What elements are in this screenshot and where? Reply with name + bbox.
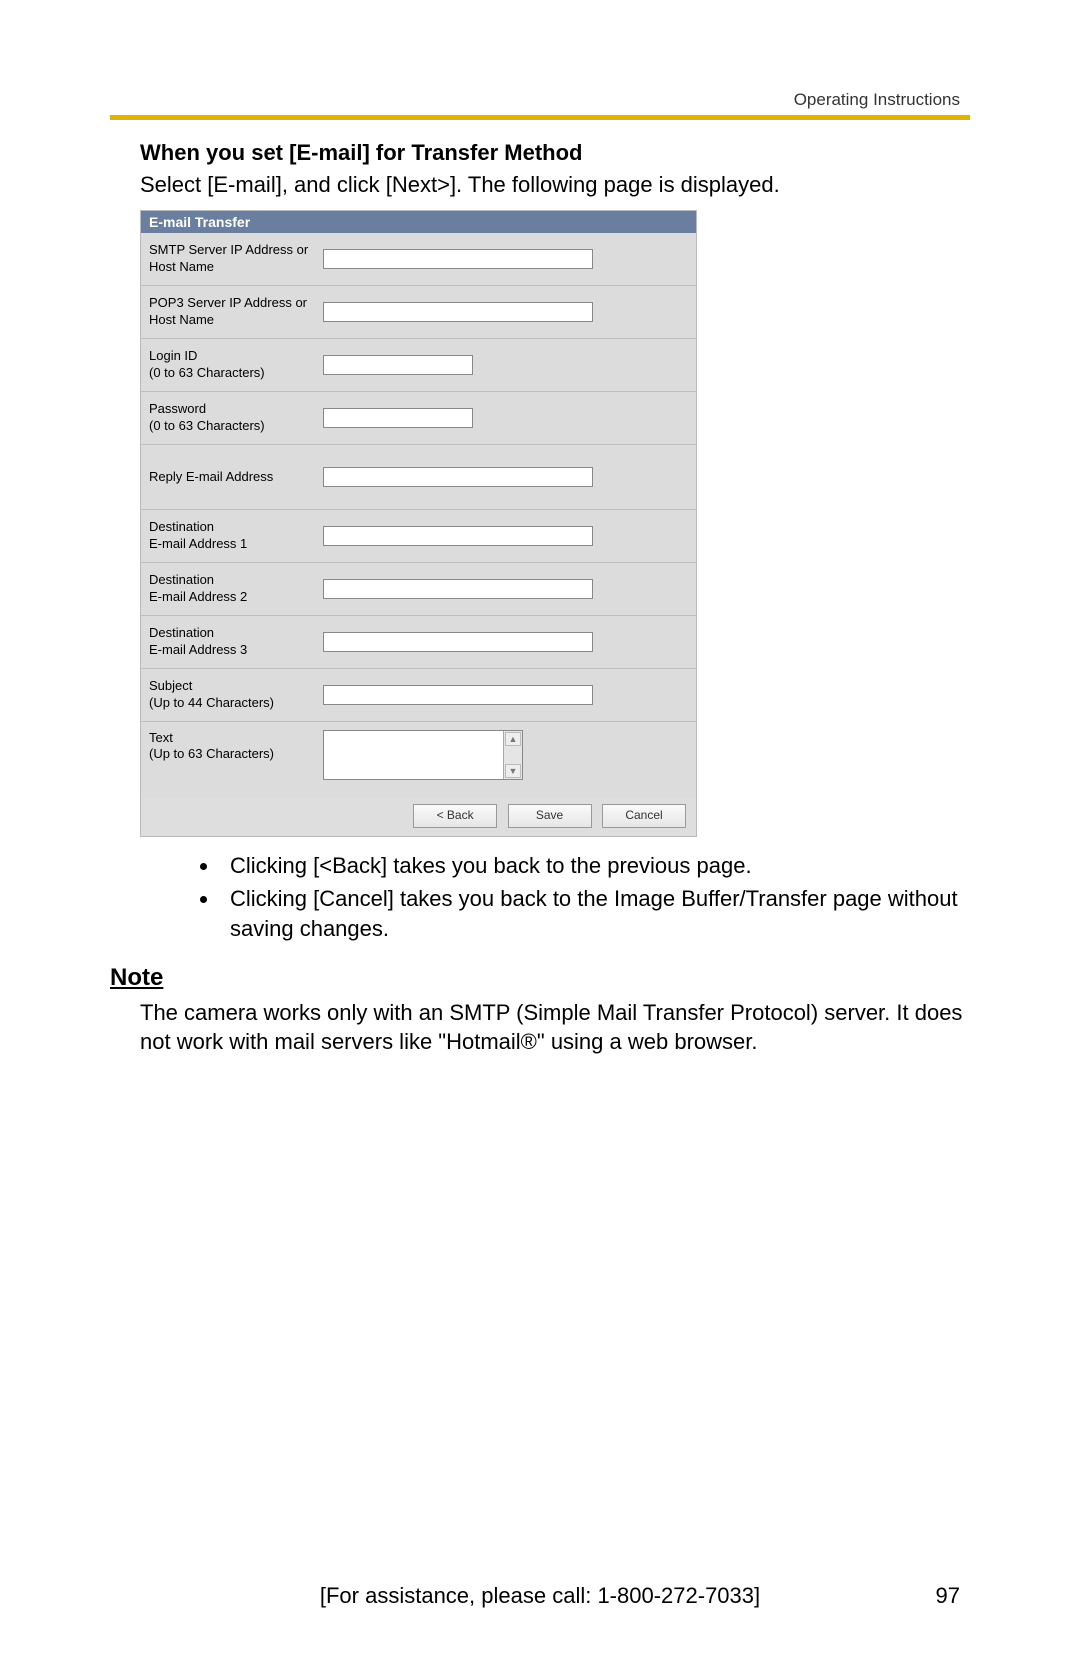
input-text[interactable]: ▲ ▼ (323, 730, 523, 780)
scroll-down-icon[interactable]: ▼ (505, 764, 521, 778)
bullet-2: Clicking [Cancel] takes you back to the … (220, 884, 970, 943)
input-password[interactable] (323, 408, 473, 428)
form-heading: E-mail Transfer (141, 211, 696, 233)
email-transfer-form: E-mail Transfer SMTP Server IP Address o… (140, 210, 697, 837)
row-login: Login ID (0 to 63 Characters) (141, 339, 696, 392)
input-dest3[interactable] (323, 632, 593, 652)
bullet-1: Clicking [<Back] takes you back to the p… (220, 851, 970, 881)
label-dest2: Destination E-mail Address 2 (149, 572, 319, 605)
label-pop3: POP3 Server IP Address or Host Name (149, 295, 319, 328)
label-text: Text (Up to 63 Characters) (149, 730, 319, 763)
footer-assist: [For assistance, please call: 1-800-272-… (320, 1583, 760, 1609)
page: Operating Instructions When you set [E-m… (0, 0, 1080, 1669)
scroll-up-icon[interactable]: ▲ (505, 732, 521, 746)
footer: [For assistance, please call: 1-800-272-… (0, 1583, 1080, 1609)
input-subject[interactable] (323, 685, 593, 705)
input-smtp[interactable] (323, 249, 593, 269)
row-dest1: Destination E-mail Address 1 (141, 510, 696, 563)
intro-text: Select [E-mail], and click [Next>]. The … (140, 170, 970, 200)
page-title: When you set [E-mail] for Transfer Metho… (140, 140, 970, 166)
input-pop3[interactable] (323, 302, 593, 322)
label-reply: Reply E-mail Address (149, 469, 319, 485)
label-dest3: Destination E-mail Address 3 (149, 625, 319, 658)
label-subject: Subject (Up to 44 Characters) (149, 678, 319, 711)
header-section: Operating Instructions (794, 90, 960, 110)
label-smtp: SMTP Server IP Address or Host Name (149, 242, 319, 275)
save-button[interactable]: Save (508, 804, 592, 828)
label-password: Password (0 to 63 Characters) (149, 401, 319, 434)
page-number: 97 (936, 1583, 960, 1609)
header-rule (110, 115, 970, 120)
input-login[interactable] (323, 355, 473, 375)
input-dest2[interactable] (323, 579, 593, 599)
form-body: SMTP Server IP Address or Host Name POP3… (141, 233, 696, 798)
content: When you set [E-mail] for Transfer Metho… (140, 140, 970, 1057)
row-smtp: SMTP Server IP Address or Host Name (141, 233, 696, 286)
row-text: Text (Up to 63 Characters) ▲ ▼ (141, 722, 696, 798)
row-dest2: Destination E-mail Address 2 (141, 563, 696, 616)
row-subject: Subject (Up to 44 Characters) (141, 669, 696, 722)
cancel-button[interactable]: Cancel (602, 804, 686, 828)
scrollbar[interactable]: ▲ ▼ (503, 731, 522, 779)
row-reply: Reply E-mail Address (141, 445, 696, 510)
note-heading: Note (110, 964, 970, 992)
note-text: The camera works only with an SMTP (Simp… (140, 998, 970, 1057)
input-reply[interactable] (323, 467, 593, 487)
input-dest1[interactable] (323, 526, 593, 546)
row-pop3: POP3 Server IP Address or Host Name (141, 286, 696, 339)
label-login: Login ID (0 to 63 Characters) (149, 348, 319, 381)
row-password: Password (0 to 63 Characters) (141, 392, 696, 445)
label-dest1: Destination E-mail Address 1 (149, 519, 319, 552)
button-bar: < Back Save Cancel (141, 798, 696, 836)
bullet-list: Clicking [<Back] takes you back to the p… (140, 851, 970, 944)
row-dest3: Destination E-mail Address 3 (141, 616, 696, 669)
back-button[interactable]: < Back (413, 804, 497, 828)
